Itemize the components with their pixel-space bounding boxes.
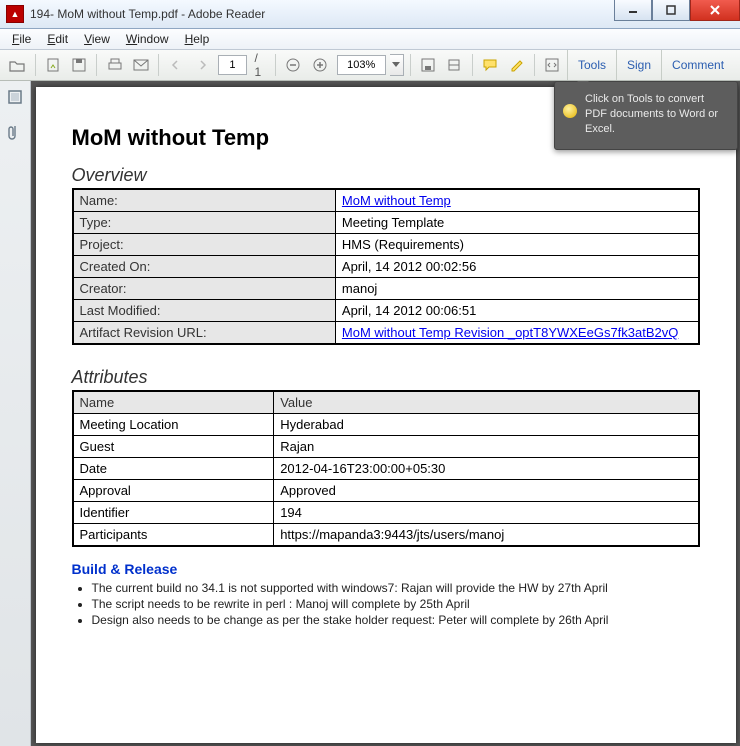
- print-button[interactable]: [103, 53, 126, 77]
- lightbulb-icon: [563, 104, 577, 118]
- label-name: Name:: [73, 189, 336, 212]
- attr-header-name: Name: [73, 391, 274, 414]
- zoom-out-button[interactable]: [282, 53, 305, 77]
- prev-page-button[interactable]: [165, 53, 188, 77]
- sign-link[interactable]: Sign: [616, 50, 661, 80]
- attributes-table: NameValue Meeting LocationHyderabad Gues…: [72, 390, 700, 547]
- read-mode-button[interactable]: [540, 53, 563, 77]
- app-icon: ▲: [6, 5, 24, 23]
- label-project: Project:: [73, 234, 336, 256]
- titlebar: ▲ 194- MoM without Temp.pdf - Adobe Read…: [0, 0, 740, 29]
- zoom-in-button[interactable]: [308, 53, 331, 77]
- tooltip-text: Click on Tools to convert PDF documents …: [585, 93, 718, 135]
- toolbar-separator: [472, 54, 473, 76]
- toolbar-separator: [410, 54, 411, 76]
- overview-heading: Overview: [72, 165, 700, 186]
- list-item: Design also needs to be change as per th…: [92, 613, 700, 627]
- right-panel-links: Tools Sign Comment: [567, 50, 734, 80]
- menu-file[interactable]: File: [4, 30, 39, 48]
- table-row: GuestRajan: [73, 436, 699, 458]
- toolbar-separator: [96, 54, 97, 76]
- close-button[interactable]: [690, 0, 740, 21]
- email-button[interactable]: [130, 53, 153, 77]
- table-row: ApprovalApproved: [73, 480, 699, 502]
- comment-link[interactable]: Comment: [661, 50, 734, 80]
- window-title: 194- MoM without Temp.pdf - Adobe Reader: [30, 7, 265, 21]
- save-button[interactable]: [68, 53, 91, 77]
- table-row: Participantshttps://mapanda3:9443/jts/us…: [73, 524, 699, 547]
- label-revurl: Artifact Revision URL:: [73, 322, 336, 345]
- overview-table: Name: MoM without Temp Type:Meeting Templ…: [72, 188, 700, 345]
- table-row: Meeting LocationHyderabad: [73, 414, 699, 436]
- label-modified: Last Modified:: [73, 300, 336, 322]
- tools-tooltip: Click on Tools to convert PDF documents …: [554, 81, 738, 150]
- table-row: Identifier194: [73, 502, 699, 524]
- value-creator: manoj: [335, 278, 698, 300]
- maximize-button[interactable]: [652, 0, 690, 21]
- value-name-link[interactable]: MoM without Temp: [342, 193, 451, 208]
- highlight-button[interactable]: [505, 53, 528, 77]
- toolbar: 1 / 1 103% Tools Sign Comment: [0, 50, 740, 81]
- value-created: April, 14 2012 00:02:56: [335, 256, 698, 278]
- list-item: The script needs to be rewrite in perl :…: [92, 597, 700, 611]
- minimize-button[interactable]: [614, 0, 652, 21]
- menu-help[interactable]: Help: [177, 30, 218, 48]
- save-copy-button[interactable]: [417, 53, 440, 77]
- page-number-input[interactable]: 1: [218, 55, 246, 75]
- value-project: HMS (Requirements): [335, 234, 698, 256]
- attachments-icon[interactable]: [8, 124, 22, 145]
- comment-bubble-button[interactable]: [479, 53, 502, 77]
- label-type: Type:: [73, 212, 336, 234]
- tooltip-arrow: [577, 81, 589, 82]
- menu-edit[interactable]: Edit: [39, 30, 76, 48]
- label-creator: Creator:: [73, 278, 336, 300]
- workarea: MoM without Temp Overview Name: MoM witho…: [0, 81, 740, 746]
- attributes-heading: Attributes: [72, 367, 700, 388]
- menu-window[interactable]: Window: [118, 30, 177, 48]
- document-stage[interactable]: MoM without Temp Overview Name: MoM witho…: [31, 81, 740, 746]
- nav-sidebar: [0, 81, 31, 746]
- toolbar-separator: [35, 54, 36, 76]
- zoom-dropdown[interactable]: [390, 54, 404, 76]
- table-row: Date2012-04-16T23:00:00+05:30: [73, 458, 699, 480]
- next-page-button[interactable]: [192, 53, 215, 77]
- notes-list: The current build no 34.1 is not support…: [72, 581, 700, 627]
- attr-header-value: Value: [274, 391, 699, 414]
- export-pdf-button[interactable]: [41, 53, 64, 77]
- thumbnails-icon[interactable]: [7, 89, 23, 108]
- viewmode-button[interactable]: [443, 53, 466, 77]
- menubar: File Edit View Window Help: [0, 29, 740, 50]
- label-created: Created On:: [73, 256, 336, 278]
- value-type: Meeting Template: [335, 212, 698, 234]
- value-modified: April, 14 2012 00:06:51: [335, 300, 698, 322]
- zoom-input[interactable]: 103%: [337, 55, 386, 75]
- window-controls: [614, 0, 740, 21]
- menu-view[interactable]: View: [76, 30, 118, 48]
- toolbar-separator: [275, 54, 276, 76]
- tools-link[interactable]: Tools: [567, 50, 616, 80]
- page-total: / 1: [255, 51, 267, 79]
- open-file-button[interactable]: [6, 53, 29, 77]
- toolbar-separator: [534, 54, 535, 76]
- list-item: The current build no 34.1 is not support…: [92, 581, 700, 595]
- value-revurl-link[interactable]: MoM without Temp Revision _optT8YWXEeGs7…: [342, 325, 678, 340]
- toolbar-separator: [158, 54, 159, 76]
- build-release-heading: Build & Release: [72, 561, 700, 577]
- pdf-page: MoM without Temp Overview Name: MoM witho…: [36, 87, 736, 743]
